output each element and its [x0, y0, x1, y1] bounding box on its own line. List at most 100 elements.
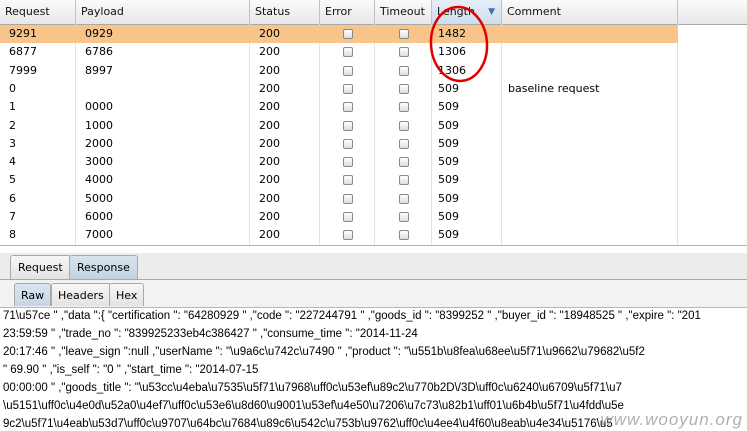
column-header-comment[interactable]: Comment: [502, 0, 678, 24]
cell-length: 509: [438, 81, 459, 95]
column-header-timeout[interactable]: Timeout: [375, 0, 432, 24]
timeout-checkbox[interactable]: [399, 193, 409, 204]
table-row[interactable]: 0 200 509 baseline request: [0, 80, 678, 98]
column-label: Error: [325, 5, 352, 18]
cell-status: 200: [259, 81, 280, 95]
error-checkbox[interactable]: [343, 83, 353, 94]
table-row[interactable]: 4 3000 200 509: [0, 153, 678, 171]
cell-length: 509: [438, 136, 459, 150]
cell-request: 7: [9, 210, 16, 223]
cell-length: 509: [438, 228, 459, 242]
column-label: Payload: [81, 5, 124, 18]
cell-payload: 1000: [85, 118, 113, 132]
tab-headers[interactable]: Headers: [51, 283, 111, 306]
cell-comment: [502, 171, 678, 189]
cell-status: 200: [259, 100, 280, 114]
column-header-payload[interactable]: Payload: [76, 0, 250, 24]
column-label: Timeout: [380, 5, 425, 18]
table-row[interactable]: 2 1000 200 509: [0, 117, 678, 135]
response-line: 20:17:46 " ,"leave_sign ":null ,"userNam…: [3, 346, 645, 358]
tab-request[interactable]: Request: [10, 255, 71, 279]
column-header-length[interactable]: Length ▼: [432, 0, 502, 24]
cell-length: 509: [438, 100, 459, 114]
response-line: " 69.90 " ,"is_self ": "0 " ,"start_time…: [3, 364, 259, 376]
cell-status: 200: [259, 173, 280, 187]
tab-label: Raw: [21, 289, 45, 302]
table-row[interactable]: 6877 6786 200 1306: [0, 43, 678, 61]
error-checkbox[interactable]: [343, 212, 353, 222]
cell-status: 200: [259, 228, 280, 242]
table-row[interactable]: 6 5000 200 509: [0, 190, 678, 208]
timeout-checkbox[interactable]: [399, 157, 409, 168]
error-checkbox[interactable]: [343, 230, 353, 241]
cell-request: 3: [9, 136, 16, 150]
error-checkbox[interactable]: [343, 29, 353, 39]
cell-length: 509: [438, 118, 459, 132]
timeout-checkbox[interactable]: [399, 212, 409, 222]
watermark: www.wooyun.org: [600, 410, 743, 429]
error-checkbox[interactable]: [343, 193, 353, 204]
column-header-status[interactable]: Status: [250, 0, 320, 24]
timeout-checkbox[interactable]: [399, 65, 409, 76]
table-row[interactable]: 7 6000 200 509: [0, 208, 678, 226]
cell-length: 509: [438, 210, 459, 223]
cell-payload: 2000: [85, 136, 113, 150]
tab-label: Headers: [58, 289, 104, 302]
cell-comment: baseline request: [508, 81, 600, 95]
error-checkbox[interactable]: [343, 175, 353, 186]
cell-status: 200: [259, 45, 280, 59]
table-row[interactable]: 7999 8997 200 1306: [0, 62, 678, 80]
cell-length: 509: [438, 173, 459, 187]
error-checkbox[interactable]: [343, 138, 353, 149]
cell-payload: 8997: [85, 63, 113, 77]
timeout-checkbox[interactable]: [399, 230, 409, 241]
timeout-checkbox[interactable]: [399, 120, 409, 131]
cell-status: 200: [259, 63, 280, 77]
timeout-checkbox[interactable]: [399, 102, 409, 113]
cell-request: 2: [9, 118, 16, 132]
timeout-checkbox[interactable]: [399, 175, 409, 186]
cell-length: 509: [438, 155, 459, 169]
cell-payload: 0000: [85, 100, 113, 114]
timeout-checkbox[interactable]: [399, 83, 409, 94]
timeout-checkbox[interactable]: [399, 47, 409, 58]
timeout-checkbox[interactable]: [399, 29, 409, 39]
cell-payload: 3000: [85, 155, 113, 169]
error-checkbox[interactable]: [343, 47, 353, 58]
tab-raw[interactable]: Raw: [14, 283, 52, 306]
message-tabbar: Request Response: [0, 253, 747, 280]
cell-request: 8: [9, 228, 16, 242]
cell-length: 1306: [438, 63, 466, 77]
cell-request: 7999: [9, 63, 37, 77]
results-table: Request Payload Status Error Timeout Len…: [0, 0, 747, 246]
table-row[interactable]: 3 2000 200 509: [0, 135, 678, 153]
cell-request: 9291: [9, 27, 37, 40]
cell-comment: [502, 190, 678, 208]
column-header-error[interactable]: Error: [320, 0, 375, 24]
cell-length: 1306: [438, 45, 466, 59]
cell-status: 200: [259, 136, 280, 150]
column-header-request[interactable]: Request: [0, 0, 76, 24]
table-row[interactable]: 8 7000 200 509: [0, 226, 678, 244]
table-row[interactable]: 5 4000 200 509: [0, 171, 678, 189]
cell-request: 0: [9, 81, 16, 95]
tab-hex[interactable]: Hex: [109, 283, 145, 306]
response-line: 00:00:00 " ,"goods_title ": "\u53cc\u4eb…: [3, 382, 622, 394]
error-checkbox[interactable]: [343, 120, 353, 131]
cell-payload: 7000: [85, 228, 113, 242]
timeout-checkbox[interactable]: [399, 138, 409, 149]
cell-length: 509: [438, 191, 459, 205]
error-checkbox[interactable]: [343, 102, 353, 113]
cell-comment: [502, 62, 678, 80]
table-header: Request Payload Status Error Timeout Len…: [0, 0, 747, 25]
column-label: Comment: [507, 5, 561, 18]
tab-label: Request: [18, 261, 63, 274]
table-row[interactable]: 1 0000 200 509: [0, 98, 678, 116]
tab-response[interactable]: Response: [69, 255, 138, 279]
error-checkbox[interactable]: [343, 65, 353, 76]
error-checkbox[interactable]: [343, 157, 353, 168]
table-row[interactable]: 9291 0929 200 1482: [0, 25, 678, 43]
cell-payload: 6000: [85, 210, 113, 223]
tab-label: Response: [77, 261, 130, 274]
cell-payload: 4000: [85, 173, 113, 187]
